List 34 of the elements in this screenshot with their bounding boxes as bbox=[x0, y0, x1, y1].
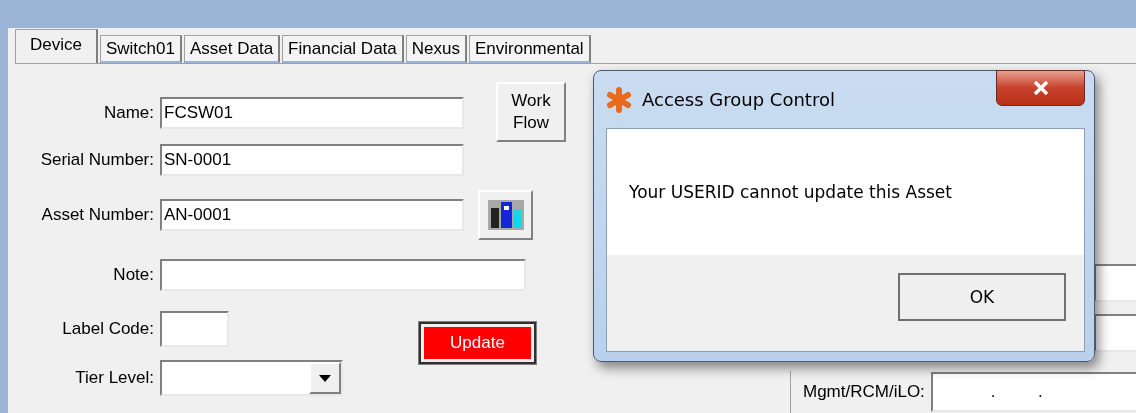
close-icon bbox=[1032, 81, 1049, 95]
input-field[interactable] bbox=[160, 259, 526, 291]
asterisk-icon bbox=[606, 86, 632, 113]
input-field[interactable]: AN-0001 bbox=[160, 199, 464, 231]
tab[interactable]: Nexus bbox=[405, 35, 467, 63]
tab[interactable]: Switch01 bbox=[99, 35, 182, 63]
input-field[interactable]: SN-0001 bbox=[160, 144, 464, 176]
field-label: Label Code: bbox=[61, 319, 154, 339]
field-label: Mgmt/RCM/iLO: bbox=[803, 382, 925, 402]
tab[interactable]: Device bbox=[15, 29, 98, 63]
dropdown[interactable] bbox=[160, 360, 343, 396]
tab[interactable]: Financial Data bbox=[282, 35, 404, 63]
dropdown-button[interactable] bbox=[309, 362, 341, 394]
field-label: Tier Level: bbox=[74, 368, 154, 388]
update-button[interactable]: Update bbox=[419, 322, 536, 364]
caret-icon bbox=[319, 374, 331, 382]
tab[interactable]: Environmental bbox=[468, 35, 591, 63]
input-field[interactable] bbox=[1094, 314, 1136, 352]
field-label: Name: bbox=[102, 103, 154, 123]
work-flow-button[interactable]: Work Flow bbox=[496, 82, 566, 142]
input-field[interactable]: FCSW01 bbox=[160, 97, 464, 129]
tab[interactable]: Asset Data bbox=[183, 35, 281, 63]
ok-button[interactable]: OK bbox=[898, 273, 1066, 321]
lookup-button[interactable] bbox=[478, 190, 533, 240]
input-field[interactable] bbox=[160, 311, 229, 347]
field-label: Note: bbox=[112, 265, 154, 285]
field-label: Asset Number: bbox=[40, 205, 154, 225]
dialog-title: Access Group Control bbox=[642, 89, 835, 110]
buildings-icon bbox=[487, 200, 524, 230]
input-field[interactable] bbox=[1094, 264, 1136, 302]
input-field[interactable]: . . bbox=[930, 372, 1136, 412]
field-label: Serial Number: bbox=[39, 150, 154, 170]
close-button[interactable] bbox=[996, 70, 1085, 106]
dialog-message: Your USERID cannot update this Asset bbox=[629, 182, 952, 202]
